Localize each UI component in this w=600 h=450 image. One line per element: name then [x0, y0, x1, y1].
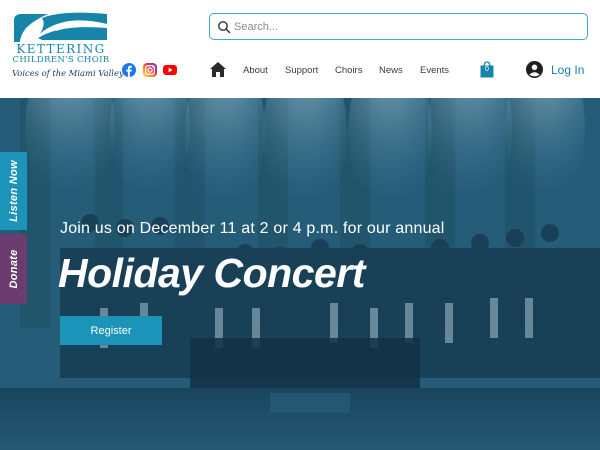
- search-icon[interactable]: [217, 20, 231, 34]
- nav-about[interactable]: About: [243, 65, 268, 76]
- listen-now-tab[interactable]: Listen Now: [0, 152, 27, 230]
- instagram-icon[interactable]: [143, 63, 157, 77]
- wave-logo-icon: [14, 12, 107, 42]
- site-header: KETTERING CHILDREN'S CHOIR Voices of the…: [0, 0, 600, 98]
- login-button[interactable]: Log In: [526, 61, 596, 79]
- cart-button[interactable]: 0: [480, 61, 494, 78]
- avatar-icon: [526, 61, 543, 78]
- site-logo[interactable]: KETTERING CHILDREN'S CHOIR Voices of the…: [10, 12, 124, 82]
- login-label: Log In: [551, 63, 585, 77]
- logo-subtitle: CHILDREN'S CHOIR: [12, 55, 110, 65]
- nav-events[interactable]: Events: [420, 65, 449, 76]
- hero-title: Holiday Concert: [58, 250, 365, 296]
- facebook-icon[interactable]: [122, 63, 136, 77]
- cart-count: 0: [485, 66, 489, 73]
- logo-tagline: Voices of the Miami Valley: [12, 68, 124, 78]
- nav-choirs[interactable]: Choirs: [335, 65, 362, 76]
- search-bar: [209, 13, 588, 40]
- home-icon[interactable]: [209, 61, 227, 78]
- donate-label: Donate: [7, 249, 20, 289]
- logo-title: KETTERING: [16, 42, 106, 56]
- hero-subtitle: Join us on December 11 at 2 or 4 p.m. fo…: [60, 220, 445, 237]
- listen-now-label: Listen Now: [7, 160, 20, 222]
- search-input[interactable]: [234, 17, 574, 36]
- nav-news[interactable]: News: [379, 65, 403, 76]
- donate-tab[interactable]: Donate: [0, 234, 27, 304]
- nav-support[interactable]: Support: [285, 65, 318, 76]
- register-button[interactable]: Register: [60, 316, 162, 345]
- youtube-icon[interactable]: [163, 63, 177, 77]
- hero-banner: Listen Now Donate Join us on December 11…: [0, 98, 600, 450]
